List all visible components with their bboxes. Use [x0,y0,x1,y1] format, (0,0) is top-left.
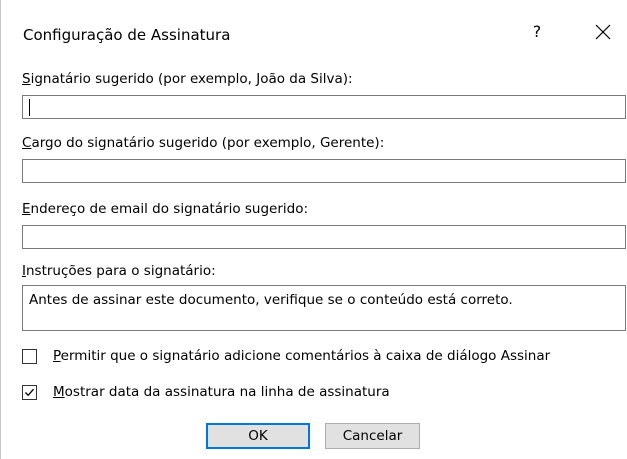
instructions-textarea[interactable]: Antes de assinar este documento, verifiq… [22,285,626,331]
signer-name-label-accesskey: S [22,71,31,87]
close-icon [595,24,611,40]
show-date-checkbox[interactable] [22,384,37,400]
signer-name-input[interactable] [22,95,626,119]
signer-title-label: Cargo do signatário sugerido (por exempl… [22,135,384,151]
signer-name-label-text: ignatário sugerido (por exemplo, João da… [30,71,353,87]
help-button[interactable]: ? [523,18,551,46]
signature-setup-dialog: Configuração de Assinatura ? Signatário … [0,0,627,459]
show-date-option[interactable]: Mostrar data da assinatura na linha de a… [22,382,390,402]
signer-title-label-text: argo do signatário sugerido (por exemplo… [31,135,385,151]
signer-email-label-accesskey: E [22,201,31,217]
signer-email-input[interactable] [22,225,626,249]
signer-email-label: Endereço de email do signatário sugerido… [22,201,308,217]
instructions-label: Instruções para o signatário: [22,263,216,279]
show-date-accesskey: M [53,384,65,400]
signer-email-label-text: ndereço de email do signatário sugerido: [30,201,309,217]
text-caret [29,99,30,116]
allow-comments-accesskey: P [53,348,61,364]
dialog-title: Configuração de Assinatura [23,26,231,44]
allow-comments-checkbox[interactable] [22,348,37,364]
cancel-button[interactable]: Cancelar [325,423,420,449]
signer-title-input[interactable] [22,159,626,183]
close-button[interactable] [589,18,617,46]
checkmark-icon [25,388,34,396]
show-date-label: Mostrar data da assinatura na linha de a… [53,384,390,400]
instructions-label-text: nstruções para o signatário: [25,263,216,279]
ok-button[interactable]: OK [206,423,310,449]
show-date-label-text: ostrar data da assinatura na linha de as… [64,384,390,400]
title-bar: Configuração de Assinatura ? [1,0,627,60]
allow-comments-label-text: ermitir que o signatário adicione coment… [60,348,551,364]
signer-name-label: Signatário sugerido (por exemplo, João d… [22,71,353,87]
allow-comments-label: Permitir que o signatário adicione comen… [53,348,550,364]
allow-comments-option[interactable]: Permitir que o signatário adicione comen… [22,346,550,366]
